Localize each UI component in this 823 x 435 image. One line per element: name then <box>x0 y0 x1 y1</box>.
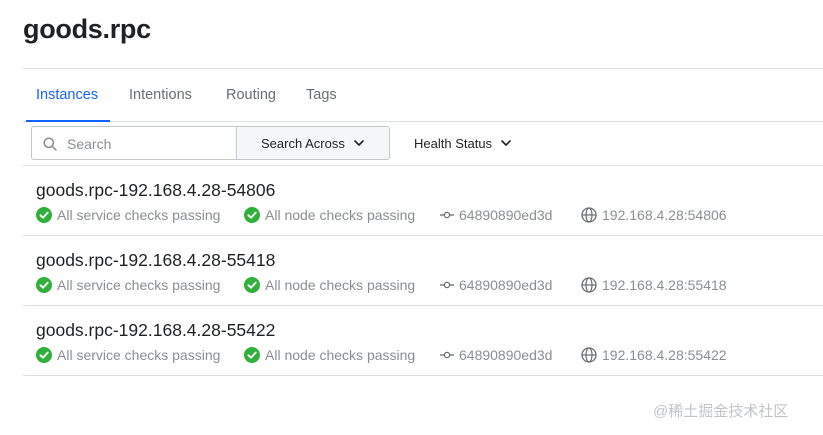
instance-meta: All service checks passing All node chec… <box>36 206 727 224</box>
service-checks-text: All service checks passing <box>57 347 221 363</box>
check-circle-icon <box>36 277 52 293</box>
commit-id: 64890890ed3d <box>440 207 581 223</box>
node-checks-status: All node checks passing <box>244 277 440 293</box>
health-status-label: Health Status <box>414 135 493 151</box>
instance-address: 192.168.4.28:55422 <box>581 347 727 363</box>
instance-row[interactable]: goods.rpc-192.168.4.28-55422 All service… <box>23 306 823 376</box>
node-checks-text: All node checks passing <box>265 347 416 363</box>
check-circle-icon <box>36 207 52 223</box>
instance-list: goods.rpc-192.168.4.28-54806 All service… <box>23 166 823 376</box>
check-circle-icon <box>36 347 52 363</box>
tab-bar: Instances Intentions Routing Tags <box>23 68 823 122</box>
service-checks-status: All service checks passing <box>36 347 244 363</box>
address-text: 192.168.4.28:55422 <box>602 347 727 363</box>
check-circle-icon <box>244 207 260 223</box>
check-circle-icon <box>244 277 260 293</box>
globe-icon <box>581 277 597 293</box>
tab-tags[interactable]: Tags <box>306 69 337 122</box>
chevron-down-icon <box>501 139 511 146</box>
commit-id: 64890890ed3d <box>440 277 581 293</box>
tab-routing[interactable]: Routing <box>226 69 276 122</box>
node-checks-text: All node checks passing <box>265 207 416 223</box>
git-commit-icon <box>440 211 454 219</box>
filter-bar: Search Across Health Status <box>23 122 823 166</box>
search-field <box>31 126 236 160</box>
instance-row[interactable]: goods.rpc-192.168.4.28-55418 All service… <box>23 236 823 306</box>
globe-icon <box>581 207 597 223</box>
service-checks-status: All service checks passing <box>36 207 244 223</box>
service-checks-text: All service checks passing <box>57 277 221 293</box>
health-status-dropdown[interactable]: Health Status <box>414 126 511 160</box>
instance-meta: All service checks passing All node chec… <box>36 346 727 364</box>
globe-icon <box>581 347 597 363</box>
chevron-down-icon <box>354 139 364 146</box>
instance-address: 192.168.4.28:55418 <box>581 277 727 293</box>
check-circle-icon <box>244 347 260 363</box>
instance-meta: All service checks passing All node chec… <box>36 276 727 294</box>
git-commit-icon <box>440 351 454 359</box>
tab-intentions[interactable]: Intentions <box>129 69 192 122</box>
search-input[interactable] <box>67 134 227 154</box>
page-title: goods.rpc <box>23 14 151 44</box>
node-checks-status: All node checks passing <box>244 347 440 363</box>
service-checks-status: All service checks passing <box>36 277 244 293</box>
tab-instances[interactable]: Instances <box>25 69 111 122</box>
watermark: @稀土掘金技术社区 <box>653 403 789 420</box>
instance-address: 192.168.4.28:54806 <box>581 207 727 223</box>
search-across-dropdown[interactable]: Search Across <box>236 126 390 160</box>
instance-name[interactable]: goods.rpc-192.168.4.28-55418 <box>36 250 275 271</box>
commit-text: 64890890ed3d <box>459 277 553 293</box>
search-across-label: Search Across <box>261 135 345 151</box>
search-icon <box>43 137 57 151</box>
commit-text: 64890890ed3d <box>459 207 553 223</box>
instance-row[interactable]: goods.rpc-192.168.4.28-54806 All service… <box>23 166 823 236</box>
node-checks-status: All node checks passing <box>244 207 440 223</box>
address-text: 192.168.4.28:54806 <box>602 207 727 223</box>
instance-name[interactable]: goods.rpc-192.168.4.28-55422 <box>36 320 275 341</box>
instance-name[interactable]: goods.rpc-192.168.4.28-54806 <box>36 180 275 201</box>
service-checks-text: All service checks passing <box>57 207 221 223</box>
node-checks-text: All node checks passing <box>265 277 416 293</box>
git-commit-icon <box>440 281 454 289</box>
commit-id: 64890890ed3d <box>440 347 581 363</box>
address-text: 192.168.4.28:55418 <box>602 277 727 293</box>
commit-text: 64890890ed3d <box>459 347 553 363</box>
